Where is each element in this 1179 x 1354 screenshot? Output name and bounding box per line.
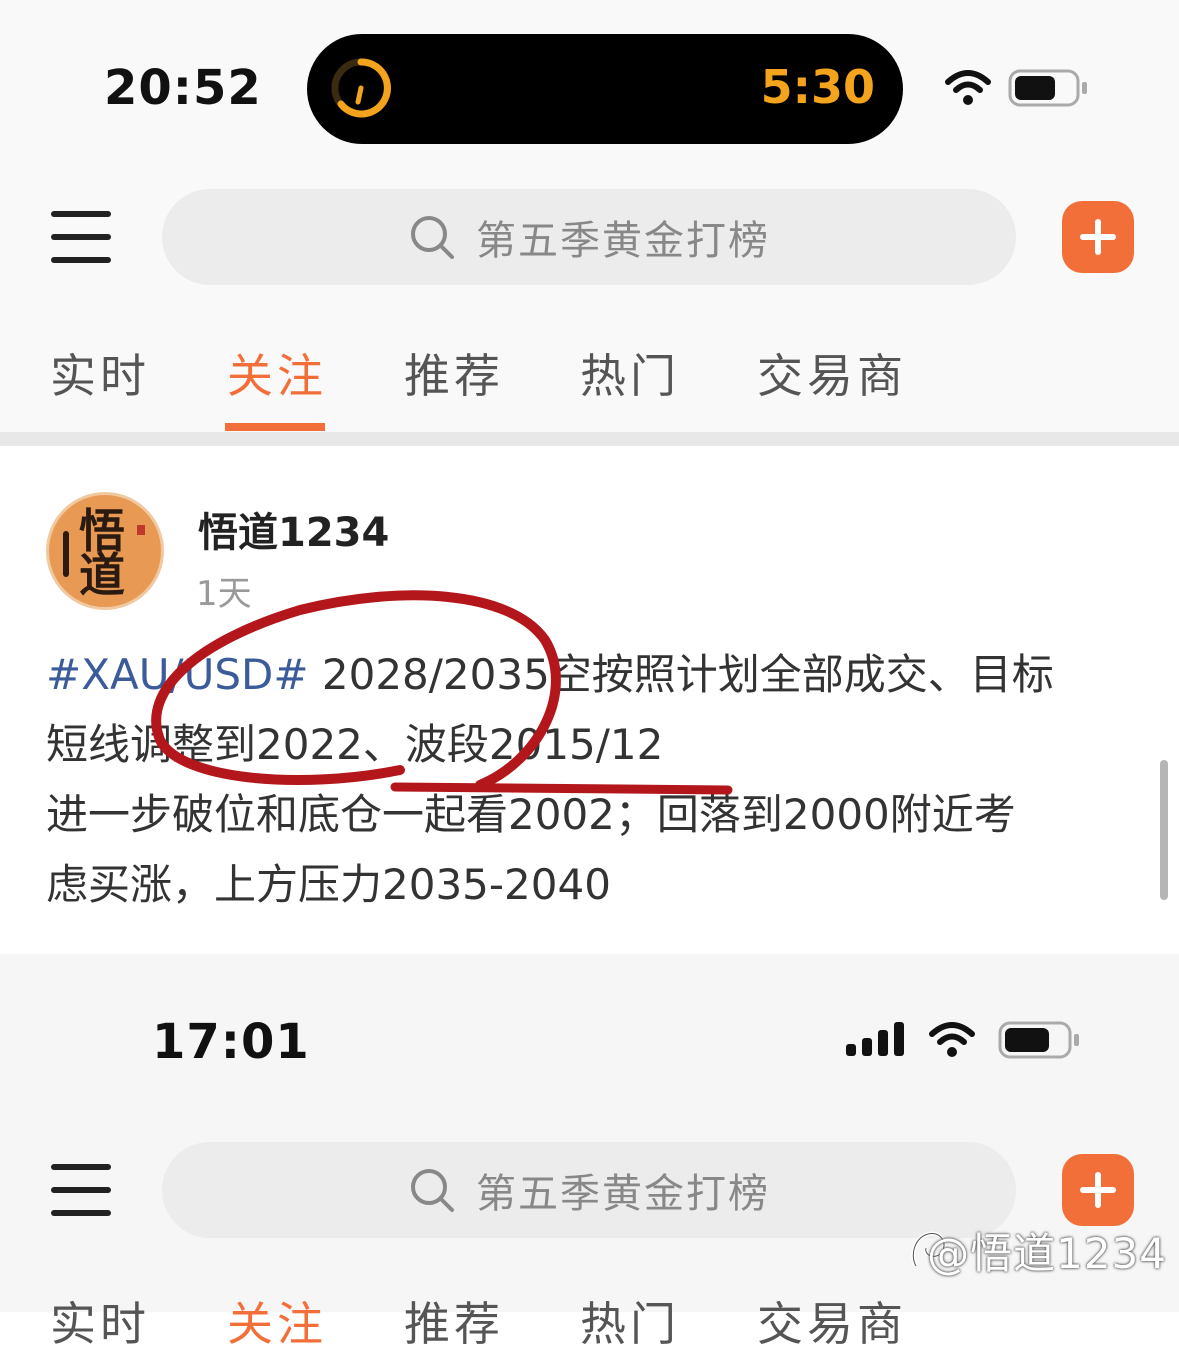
tab-hot[interactable]: 热门	[580, 340, 680, 406]
post-line-3: 进一步破位和底仓一起看2002；回落到2000附近考	[46, 790, 1016, 839]
menu-button-2[interactable]	[51, 1164, 111, 1216]
post-hashtag[interactable]: #XAU/USD#	[46, 650, 309, 699]
post-line-1: #XAU/USD# 2028/2035空按照计划全部成交、目标	[46, 640, 1126, 710]
avatar-stroke	[63, 531, 69, 577]
tab-brokers[interactable]: 交易商	[757, 340, 907, 406]
timer-ring-icon	[331, 58, 391, 118]
post-content: #XAU/USD# 2028/2035空按照计划全部成交、目标 短线调整到202…	[46, 640, 1126, 920]
island-timer: 5:30	[760, 60, 875, 114]
tab-recommended-2[interactable]: 推荐	[404, 1288, 504, 1354]
post-timestamp: 1天	[196, 574, 252, 614]
menu-button[interactable]	[51, 211, 111, 263]
post-line-1-text: 2028/2035空按照计划全部成交、目标	[308, 650, 1054, 699]
avatar[interactable]: 悟道	[46, 492, 164, 610]
add-post-button[interactable]	[1062, 201, 1134, 273]
battery-icon-2	[998, 1021, 1079, 1059]
watermark: @悟道1234	[927, 1229, 1167, 1278]
search-bar[interactable]: 第五季黄金打榜	[162, 189, 1016, 285]
search-icon-2	[411, 1169, 454, 1212]
post-line-2: 短线调整到2022、波段2015/12	[46, 720, 664, 769]
post-line-4: 虑买涨，上方压力2035-2040	[46, 860, 611, 909]
status-time-2: 17:01	[152, 1014, 310, 1070]
tab-following[interactable]: 关注	[227, 340, 327, 406]
add-post-button-2[interactable]	[1062, 1154, 1134, 1226]
tab-hot-2[interactable]: 热门	[580, 1288, 680, 1354]
tab-recommended[interactable]: 推荐	[404, 340, 504, 406]
avatar-seal-icon	[137, 525, 145, 535]
wifi-icon	[945, 70, 991, 105]
section-divider	[0, 432, 1179, 446]
scrollbar[interactable]	[1160, 760, 1168, 900]
cellular-signal-icon	[846, 1022, 904, 1056]
tab-realtime[interactable]: 实时	[50, 340, 150, 406]
tab-following-2[interactable]: 关注	[227, 1288, 327, 1354]
dynamic-island[interactable]: 5:30	[307, 34, 903, 144]
screenshot-top: 20:52 5:30 第五季黄金打榜 实时 关注 推荐 热门 交易商 悟 道 悟…	[0, 0, 1179, 954]
search-bar-2[interactable]: 第五季黄金打榜	[162, 1142, 1016, 1238]
status-time: 20:52	[104, 60, 262, 116]
tab-brokers-2[interactable]: 交易商	[757, 1288, 907, 1354]
search-placeholder: 第五季黄金打榜	[476, 218, 770, 264]
wifi-icon-2	[929, 1022, 975, 1057]
battery-icon	[1008, 69, 1087, 107]
tab-realtime-2[interactable]: 实时	[50, 1288, 150, 1354]
search-placeholder-2: 第五季黄金打榜	[476, 1171, 770, 1217]
active-tab-indicator	[225, 423, 325, 431]
search-icon	[411, 216, 454, 259]
post-username[interactable]: 悟道1234	[198, 500, 389, 558]
avatar-calligraphy-icon: 悟道	[79, 504, 125, 602]
